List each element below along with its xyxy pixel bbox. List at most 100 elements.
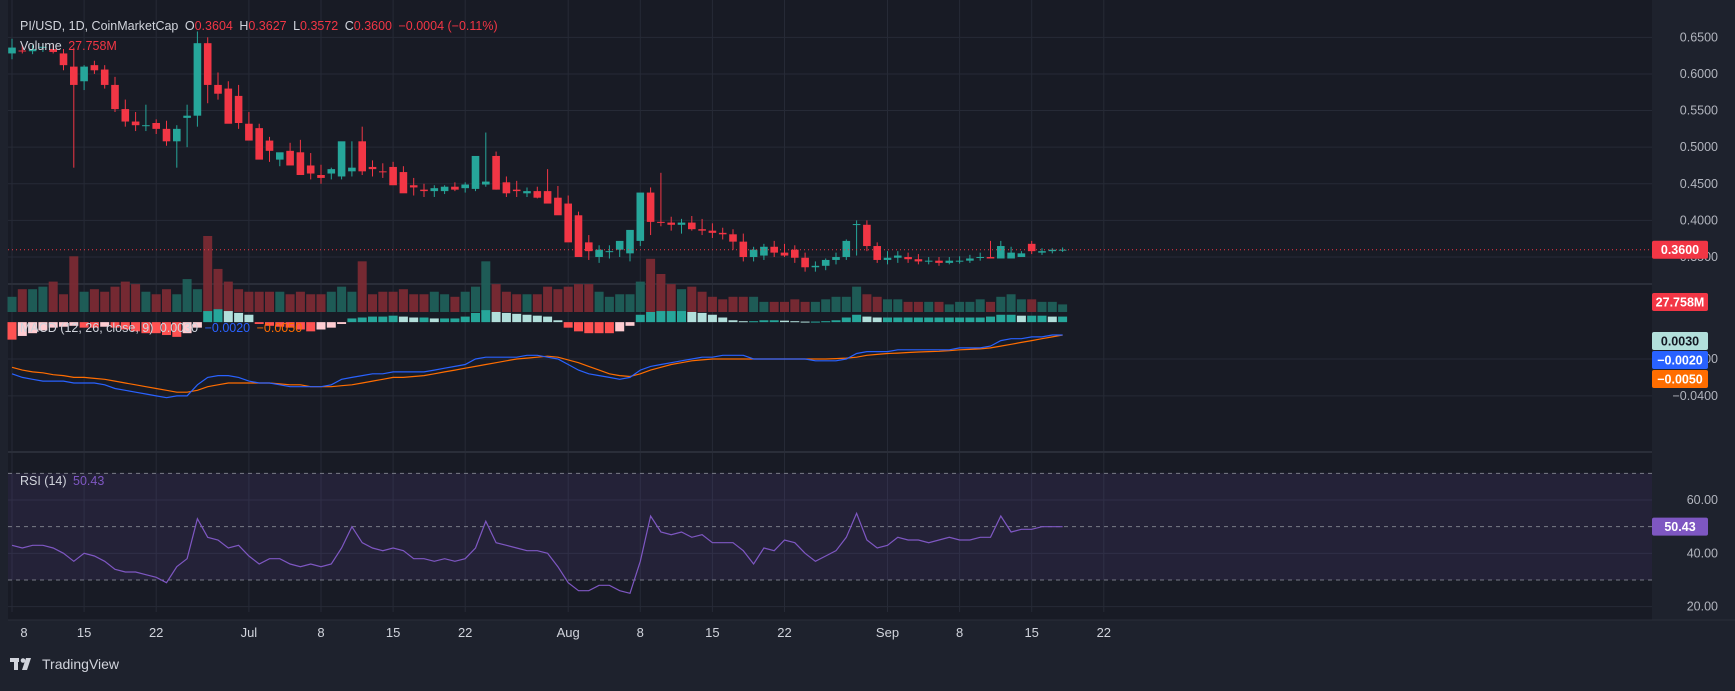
macd-histogram-bar [306, 322, 316, 332]
candle-body [852, 224, 861, 226]
volume-bar [975, 299, 985, 312]
candle-body [945, 260, 954, 263]
volume-bar [738, 296, 748, 312]
volume-bar [790, 299, 800, 312]
macd-histogram-bar [924, 317, 934, 323]
chart-canvas[interactable]: 0.6500 0.6000 0.5500 0.5000 0.4500 0.4000 0.35… [0, 0, 1735, 686]
volume-legend: Volume 27.758M [20, 39, 120, 53]
candle-body [1058, 249, 1067, 251]
candle-body [327, 169, 336, 174]
macd-histogram-bar [635, 314, 645, 323]
macd-signal-badge: −0.0050 [1652, 370, 1708, 388]
macd-histogram-bar [841, 317, 851, 323]
volume-bar [810, 301, 820, 312]
macd-histogram-bar [893, 317, 903, 323]
macd-histogram-bar [697, 312, 707, 323]
macd-histogram-bar [677, 311, 686, 323]
candle-body [8, 47, 16, 54]
volume-bar [59, 294, 68, 312]
volume-bar [924, 301, 934, 312]
candle-body [234, 95, 243, 124]
candle-body [131, 121, 140, 126]
volume-bar [357, 261, 367, 312]
macd-histogram-bar [501, 312, 511, 323]
candle [636, 192, 645, 247]
volume-bar [615, 294, 625, 312]
volume-bar [728, 296, 738, 312]
candle-body [894, 255, 902, 258]
macd-histogram-bar [1058, 316, 1068, 323]
volume-bar [28, 289, 38, 312]
volume-value: 27.758M [68, 39, 117, 53]
symbol-label[interactable]: PI/USD, 1D, CoinMarketCap [20, 19, 178, 33]
tradingview-brand: TradingView [42, 656, 120, 672]
macd-histogram-bar [481, 310, 491, 323]
volume-bar [316, 294, 326, 312]
candle-body [482, 181, 490, 185]
price-tick-label: 0.5000 [1680, 140, 1718, 154]
volume-bar [707, 296, 717, 312]
macd-hist-value: 0.0030 [159, 321, 199, 335]
volume-bar [532, 294, 542, 312]
volume-bar [934, 301, 944, 312]
candle-body [80, 66, 88, 82]
rsi-label[interactable]: RSI (14) [20, 474, 67, 488]
volume-badge-text: 27.758M [1656, 296, 1705, 310]
macd-histogram-bar [707, 314, 717, 323]
volume-bar [986, 301, 995, 312]
high-value: 0.3627 [248, 19, 287, 33]
candle-body [142, 125, 150, 127]
macd-histogram-bar [543, 316, 553, 323]
volume-bar [337, 286, 347, 312]
macd-histogram-bar [934, 317, 944, 323]
rsi-tick-label: 60.00 [1687, 493, 1718, 507]
open-value: 0.3604 [194, 19, 233, 33]
rsi-badge: 50.43 [1652, 517, 1708, 536]
candle-body [461, 184, 469, 189]
volume-bar [656, 274, 666, 312]
macd-histogram-bar [615, 322, 625, 332]
macd-histogram-bar [728, 320, 738, 323]
macd-histogram-bar [831, 320, 841, 323]
time-tick-label: 22 [1097, 625, 1111, 640]
candle-body [924, 260, 933, 262]
macd-histogram-bar [553, 320, 563, 323]
tradingview-logo[interactable]: TradingView [10, 656, 119, 672]
candle-body [595, 249, 603, 258]
volume-bar [625, 294, 635, 312]
candle-body [976, 257, 984, 259]
macd-histogram-bar [563, 322, 573, 328]
candle-body [399, 172, 408, 194]
candle-body [636, 192, 645, 241]
macd-histogram-bar [821, 321, 831, 323]
volume-bar [368, 294, 377, 312]
macd-line-badge: −0.0020 [1652, 351, 1708, 369]
rsi-layer [8, 472, 1652, 595]
macd-histogram-bar [1047, 316, 1057, 323]
price-tick-label: 0.4000 [1680, 213, 1718, 227]
volume-bar [450, 296, 460, 312]
volume-bar [543, 286, 553, 312]
volume-label[interactable]: Volume [20, 39, 62, 53]
candle-body [193, 43, 202, 116]
volume-bar [831, 296, 841, 312]
volume-bar [100, 291, 110, 312]
candle-body [523, 191, 531, 194]
candle [471, 155, 480, 192]
volume-bar [172, 294, 182, 312]
candle-body [1017, 253, 1026, 258]
volume-bar [285, 294, 295, 312]
rsi-band [8, 473, 1652, 580]
volume-bar [584, 284, 594, 312]
macd-signal-value: −0.0050 [256, 321, 303, 335]
macd-label[interactable]: MACD (12, 26, close, 9) [20, 321, 153, 335]
macd-histogram-bar [646, 311, 656, 323]
volume-bar [646, 258, 656, 312]
volume-bar [996, 296, 1006, 312]
candle-body [100, 69, 109, 85]
macd-histogram-bar [347, 318, 357, 323]
candle-body [430, 188, 439, 192]
volume-bar [759, 301, 769, 312]
macd-histogram-bar [769, 320, 779, 323]
candle-body [729, 234, 737, 242]
